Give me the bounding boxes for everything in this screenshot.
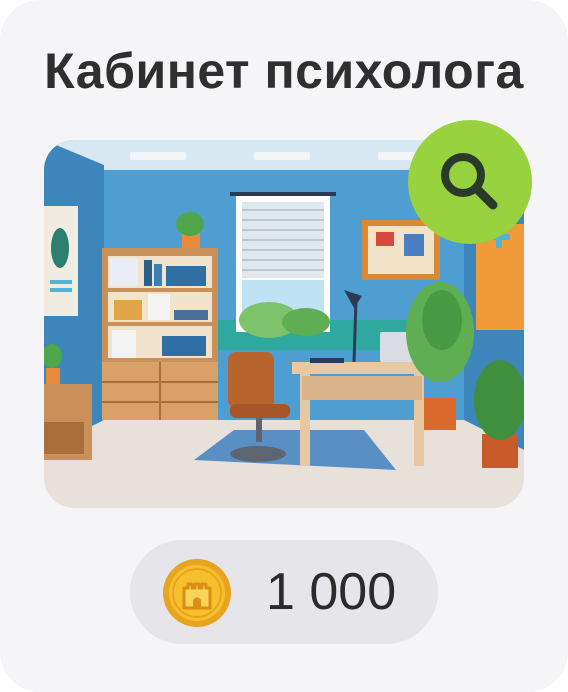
card-title: Кабинет психолога (44, 43, 524, 99)
price-badge[interactable]: 1 000 (130, 540, 438, 644)
product-card[interactable]: Кабинет психолога 1 000 (0, 0, 568, 692)
price-value: 1 000 (266, 563, 397, 621)
castle-coin-icon (163, 559, 231, 627)
search-icon (441, 153, 498, 210)
zoom-button[interactable] (408, 120, 532, 244)
